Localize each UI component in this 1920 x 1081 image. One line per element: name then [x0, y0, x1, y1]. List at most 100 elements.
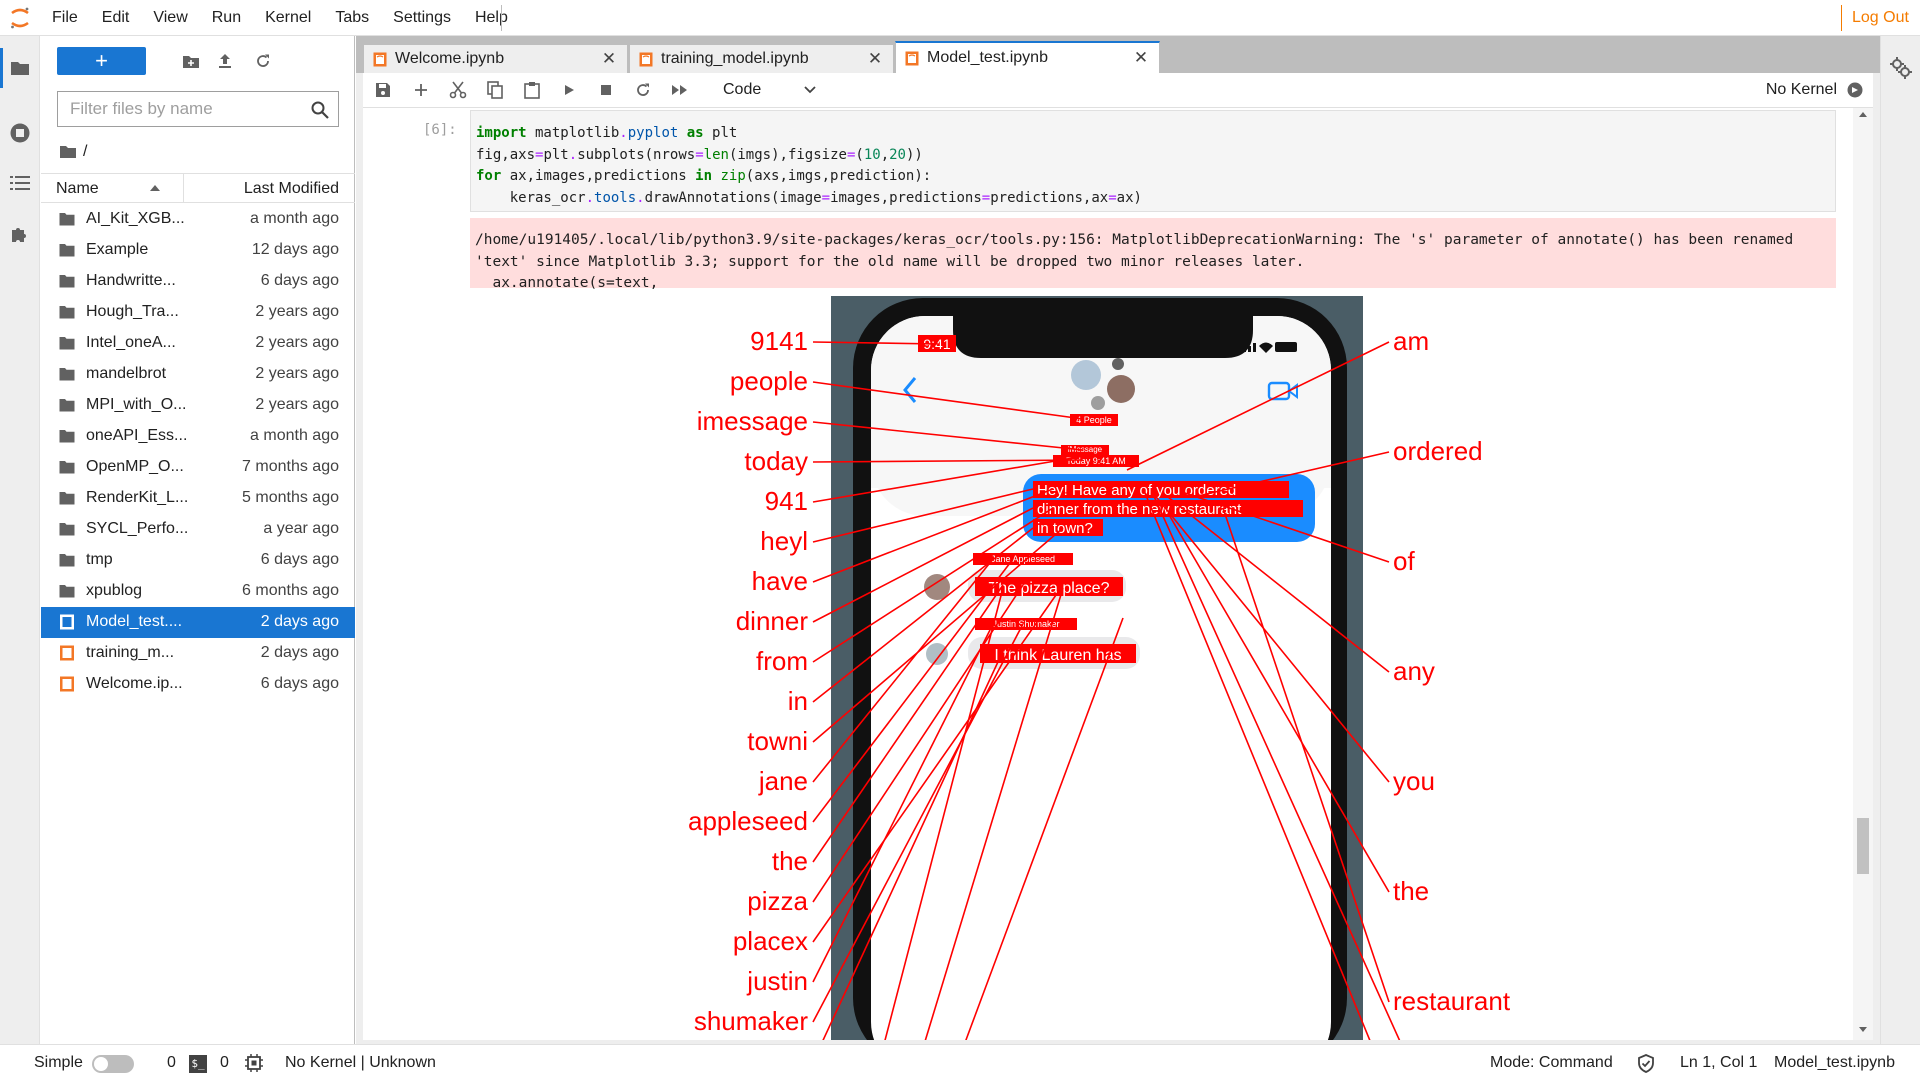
- logout-button[interactable]: Log Out: [1852, 0, 1909, 36]
- file-list-item[interactable]: MPI_with_O... 2 years ago: [41, 390, 355, 421]
- file-list-item[interactable]: mandelbrot 2 years ago: [41, 359, 355, 390]
- file-list-item[interactable]: Hough_Tra... 2 years ago: [41, 297, 355, 328]
- file-list: AI_Kit_XGB... a month ago Example 12 days a…: [41, 204, 355, 700]
- menu-view[interactable]: View: [141, 0, 199, 36]
- file-list-item[interactable]: OpenMP_O... 7 months ago: [41, 452, 355, 483]
- file-list-item[interactable]: tmp 6 days ago: [41, 545, 355, 576]
- file-list-item[interactable]: oneAPI_Ess... a month ago: [41, 421, 355, 452]
- column-modified-header[interactable]: Last Modified: [244, 180, 339, 198]
- file-list-item[interactable]: Intel_oneA... 2 years ago: [41, 328, 355, 359]
- stop-icon[interactable]: [590, 77, 622, 103]
- file-list-item[interactable]: Model_test.... 2 days ago: [41, 607, 355, 638]
- breadcrumb-root[interactable]: /: [83, 143, 87, 161]
- file-name: Welcome.ip...: [86, 675, 183, 692]
- file-name: Model_test....: [86, 613, 183, 630]
- annotation-label: in: [788, 686, 808, 716]
- menu-edit[interactable]: Edit: [90, 0, 142, 36]
- notebook-icon: [905, 51, 919, 65]
- new-launcher-button[interactable]: +: [57, 47, 146, 75]
- menu-settings[interactable]: Settings: [381, 0, 463, 36]
- avatar: [1107, 375, 1135, 403]
- extension-manager-icon[interactable]: [0, 214, 40, 254]
- table-of-contents-icon[interactable]: [0, 163, 40, 203]
- annotation-label: the: [1393, 876, 1429, 906]
- save-icon[interactable]: [367, 77, 399, 103]
- breadcrumb: /: [59, 140, 87, 164]
- search-icon: [311, 101, 329, 119]
- file-modified: 2 years ago: [255, 303, 339, 320]
- file-name: Handwritte...: [86, 272, 176, 289]
- menu-file[interactable]: File: [40, 0, 90, 36]
- upload-icon[interactable]: [208, 47, 242, 75]
- notebook-icon: [60, 614, 74, 630]
- file-name: Example: [86, 241, 149, 258]
- notebook-scrollbar[interactable]: [1853, 108, 1873, 1040]
- menu-tabs[interactable]: Tabs: [323, 0, 381, 36]
- annotation-label: restaurant: [1393, 986, 1511, 1016]
- annotation-label: any: [1393, 656, 1435, 686]
- file-list-item[interactable]: RenderKit_L... 5 months ago: [41, 483, 355, 514]
- tab-model-test[interactable]: Model_test.ipynb ✕: [895, 41, 1160, 73]
- cell-type-select[interactable]: Code: [713, 77, 821, 103]
- notebook-icon: [639, 52, 653, 66]
- simple-mode-toggle[interactable]: [92, 1055, 134, 1073]
- status-bar: Simple 0 $_ 0 No Kernel | Unknown Mode: …: [0, 1044, 1920, 1080]
- code-editor[interactable]: import matplotlib.pyplot as plt fig,axs=…: [470, 110, 1836, 212]
- menu-kernel[interactable]: Kernel: [253, 0, 323, 36]
- running-kernels-icon[interactable]: [0, 113, 40, 153]
- folder-icon: [59, 585, 75, 598]
- tab-training-model[interactable]: training_model.ipynb ✕: [629, 44, 894, 73]
- scroll-down-icon[interactable]: [1858, 1026, 1868, 1034]
- file-name: OpenMP_O...: [86, 458, 184, 475]
- file-list-item[interactable]: xpublog 6 months ago: [41, 576, 355, 607]
- file-list-item[interactable]: Handwritte... 6 days ago: [41, 266, 355, 297]
- terminal-icon[interactable]: $_: [189, 1055, 207, 1073]
- run-icon[interactable]: [553, 77, 585, 103]
- menu-help[interactable]: Help: [463, 0, 520, 36]
- toggle-knob: [94, 1057, 108, 1071]
- phone-notch: [953, 316, 1253, 358]
- tab-welcome[interactable]: Welcome.ipynb ✕: [363, 44, 628, 73]
- new-folder-icon[interactable]: [174, 47, 208, 75]
- file-list-item[interactable]: SYCL_Perfo... a year ago: [41, 514, 355, 545]
- close-icon[interactable]: ✕: [863, 49, 887, 69]
- scroll-up-icon[interactable]: [1858, 110, 1868, 118]
- file-list-item[interactable]: Welcome.ip... 6 days ago: [41, 669, 355, 700]
- menu-run[interactable]: Run: [200, 0, 253, 36]
- kernel-status-text[interactable]: No Kernel | Unknown: [285, 1045, 436, 1081]
- kernel-activity-icon[interactable]: [245, 1054, 263, 1077]
- phone-today-label: Today 9:41 AM: [1066, 456, 1126, 466]
- property-inspector-icon[interactable]: [1889, 56, 1913, 85]
- kernel-name-button[interactable]: No Kernel: [1766, 81, 1837, 99]
- home-folder-icon[interactable]: [59, 145, 77, 159]
- tab-welcome-label: Welcome.ipynb: [395, 50, 505, 67]
- document-tab-bar: Welcome.ipynb ✕ training_model.ipynb ✕ M…: [356, 36, 1880, 73]
- cut-icon[interactable]: [442, 77, 474, 103]
- restart-kernel-icon[interactable]: [627, 77, 659, 103]
- paste-icon[interactable]: [516, 77, 548, 103]
- insert-cell-icon[interactable]: [405, 77, 437, 103]
- cursor-position[interactable]: Ln 1, Col 1: [1680, 1045, 1757, 1081]
- copy-icon[interactable]: [479, 77, 511, 103]
- trusted-shield-icon[interactable]: [1637, 1054, 1655, 1078]
- file-list-item[interactable]: training_m... 2 days ago: [41, 638, 355, 669]
- annotation-label: placex: [733, 926, 808, 956]
- close-icon[interactable]: ✕: [597, 49, 621, 69]
- annotation-label: heyl: [760, 526, 808, 556]
- phone-screenshot: 9:414 PeopleiMessageToday 9:41 AMHey! Ha…: [831, 296, 1363, 1040]
- fast-forward-icon[interactable]: [664, 77, 696, 103]
- file-list-item[interactable]: Example 12 days ago: [41, 235, 355, 266]
- notebook-icon: [60, 676, 74, 692]
- file-modified: 6 days ago: [260, 551, 339, 568]
- refresh-icon[interactable]: [246, 47, 280, 75]
- file-list-item[interactable]: AI_Kit_XGB... a month ago: [41, 204, 355, 235]
- column-name-header[interactable]: Name: [56, 180, 99, 198]
- active-file-name: Model_test.ipynb: [1774, 1054, 1895, 1071]
- annotation-label: of: [1393, 546, 1415, 576]
- filter-files-field[interactable]: [57, 91, 339, 127]
- close-icon[interactable]: ✕: [1129, 48, 1153, 68]
- scrollbar-thumb[interactable]: [1857, 818, 1869, 874]
- folder-icon[interactable]: [0, 48, 40, 88]
- filter-files-input[interactable]: [58, 92, 298, 126]
- folder-icon: [59, 275, 75, 288]
